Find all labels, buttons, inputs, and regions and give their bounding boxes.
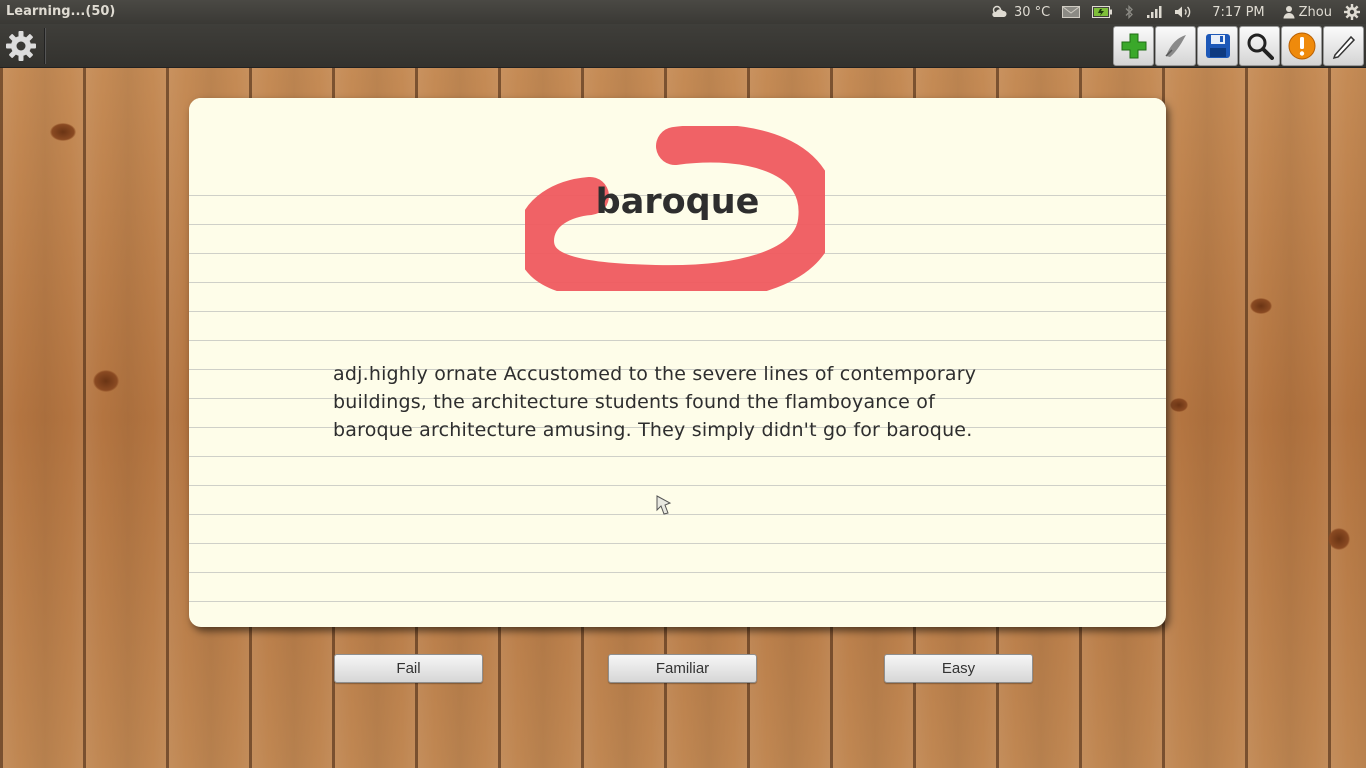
user-icon: [1283, 6, 1295, 19]
battery-indicator[interactable]: [1086, 0, 1118, 24]
save-button[interactable]: [1197, 26, 1238, 66]
system-gear-icon: [1344, 4, 1360, 20]
volume-indicator[interactable]: [1168, 0, 1200, 24]
clock-time: 7:17 PM: [1212, 4, 1265, 20]
toolbar-separator: [44, 28, 46, 64]
indicator-area: 30 °C 7:17 PM Zhou: [984, 0, 1366, 24]
sketch-button[interactable]: [1155, 26, 1196, 66]
app-toolbar: [0, 24, 1366, 68]
wood-knot: [1250, 298, 1272, 314]
mail-icon: [1062, 6, 1081, 18]
pencil-icon: [1332, 35, 1355, 60]
wood-knot: [1328, 528, 1350, 550]
user-name: Zhou: [1298, 4, 1332, 20]
network-signal-icon: [1147, 6, 1162, 18]
pencil-button[interactable]: [1323, 26, 1364, 66]
weather-temperature: 30 °C: [1014, 4, 1051, 20]
fail-button[interactable]: Fail: [334, 654, 483, 683]
wood-knot: [1170, 398, 1188, 412]
save-icon: [1205, 34, 1230, 58]
top-panel: Learning...(50) 30 °C 7:17 PM Zhou: [0, 0, 1366, 24]
weather-icon: [992, 5, 1007, 17]
flashcard: baroque adj.highly ornate Accustomed to …: [189, 98, 1166, 627]
battery-icon: [1092, 6, 1113, 18]
system-menu[interactable]: [1338, 0, 1366, 24]
network-indicator[interactable]: [1140, 0, 1168, 24]
volume-icon: [1175, 6, 1191, 18]
user-menu[interactable]: Zhou: [1277, 0, 1338, 24]
alert-button[interactable]: [1281, 26, 1322, 66]
wood-knot: [93, 370, 119, 392]
wood-knot: [50, 123, 76, 141]
clock[interactable]: 7:17 PM: [1200, 0, 1276, 24]
tool-buttons: [1112, 26, 1364, 66]
window-title: Learning...(50): [6, 4, 116, 19]
add-button[interactable]: [1113, 26, 1154, 66]
easy-button[interactable]: Easy: [884, 654, 1033, 683]
weather-indicator[interactable]: 30 °C: [984, 0, 1056, 24]
settings-gear-icon[interactable]: [5, 30, 37, 62]
familiar-button[interactable]: Familiar: [608, 654, 757, 683]
mail-indicator[interactable]: [1056, 0, 1086, 24]
mouse-cursor-icon: [656, 495, 672, 515]
bluetooth-icon: [1125, 5, 1134, 19]
edit-sketch-icon: [1164, 35, 1186, 57]
flashcard-definition: adj.highly ornate Accustomed to the seve…: [333, 363, 977, 441]
alert-icon: [1288, 32, 1315, 60]
bluetooth-indicator[interactable]: [1118, 0, 1140, 24]
search-button[interactable]: [1239, 26, 1280, 66]
search-icon: [1247, 33, 1274, 60]
add-icon: [1121, 33, 1146, 59]
flashcard-word: baroque: [595, 182, 760, 222]
